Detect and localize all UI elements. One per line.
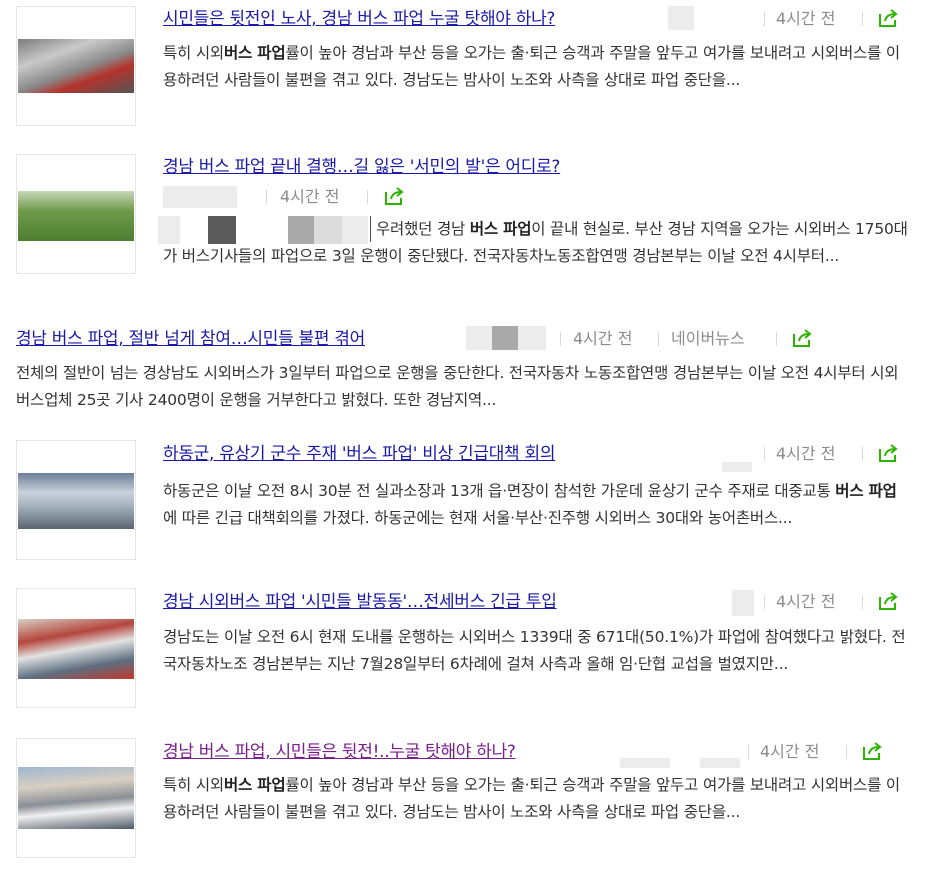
- news-title[interactable]: 경남 버스 파업, 시민들은 뒷전!..누굴 탓해야 하나?: [163, 741, 516, 763]
- news-title[interactable]: 하동군, 유상기 군수 주재 '버스 파업' 비상 긴급대책 회의: [163, 443, 555, 465]
- share-icon[interactable]: [862, 741, 884, 761]
- news-time: 4시간 전: [776, 9, 836, 28]
- news-thumbnail[interactable]: [16, 6, 136, 126]
- news-title[interactable]: 경남 시외버스 파업 '시민들 발동동'…전세버스 긴급 투입: [163, 591, 557, 613]
- divider: [367, 190, 368, 204]
- news-summary: 전체의 절반이 넘는 경상남도 시외버스가 3일부터 파업으로 운행을 중단한다…: [16, 364, 899, 409]
- divider: [764, 12, 765, 26]
- blurred-source: [700, 758, 740, 768]
- news-thumbnail[interactable]: [16, 440, 136, 560]
- blurred-source: [732, 590, 754, 616]
- divider: [776, 332, 777, 346]
- share-icon[interactable]: [384, 186, 406, 206]
- blurred-source: [620, 758, 670, 768]
- news-title[interactable]: 시민들은 뒷전인 노사, 경남 버스 파업 누굴 탓해야 하나?: [163, 8, 555, 30]
- blurred-source: [668, 6, 694, 30]
- divider: [862, 595, 863, 609]
- news-time: 4시간 전: [573, 329, 633, 348]
- news-time: 4시간 전: [280, 187, 340, 206]
- news-source[interactable]: 네이버뉴스: [671, 328, 745, 350]
- share-icon[interactable]: [878, 443, 900, 463]
- news-title[interactable]: 경남 버스 파업 끝내 결행…길 잃은 '서민의 발'은 어디로?: [163, 156, 560, 178]
- divider: [658, 332, 659, 346]
- news-thumbnail[interactable]: [16, 588, 136, 708]
- divider: [560, 332, 561, 346]
- divider: [862, 12, 863, 26]
- news-summary: 특히 시외버스 파업률이 높아 경남과 부산 등을 오가는 출·퇴근 승객과 주…: [163, 776, 900, 821]
- share-icon[interactable]: [878, 591, 900, 611]
- news-summary: 특히 시외버스 파업률이 높아 경남과 부산 등을 오가는 출·퇴근 승객과 주…: [163, 44, 900, 89]
- news-thumbnail[interactable]: [16, 154, 136, 274]
- divider: [764, 447, 765, 461]
- divider: [846, 745, 847, 759]
- news-summary: 경남도는 이날 오전 6시 현재 도내를 운행하는 시외버스 1339대 중 6…: [163, 628, 906, 673]
- news-time: 4시간 전: [760, 742, 820, 761]
- divider: [764, 595, 765, 609]
- divider: [266, 190, 267, 204]
- divider: [748, 745, 749, 759]
- divider: [862, 447, 863, 461]
- share-icon[interactable]: [792, 328, 814, 348]
- news-summary: 우려했던 경남 버스 파업이 끝내 현실로. 부산 경남 지역을 오가는 시외버…: [163, 220, 908, 265]
- blurred-source: [492, 326, 518, 350]
- news-title[interactable]: 경남 버스 파업, 절반 넘게 참여…시민들 불편 겪어: [16, 328, 365, 350]
- news-time: 4시간 전: [776, 592, 836, 611]
- news-summary: 하동군은 이날 오전 8시 30분 전 실과소장과 13개 읍·면장이 참석한 …: [163, 482, 897, 527]
- share-icon[interactable]: [878, 8, 900, 28]
- news-thumbnail[interactable]: [16, 738, 136, 858]
- news-time: 4시간 전: [776, 444, 836, 463]
- blurred-source: [722, 462, 752, 472]
- blurred-source: [163, 186, 237, 208]
